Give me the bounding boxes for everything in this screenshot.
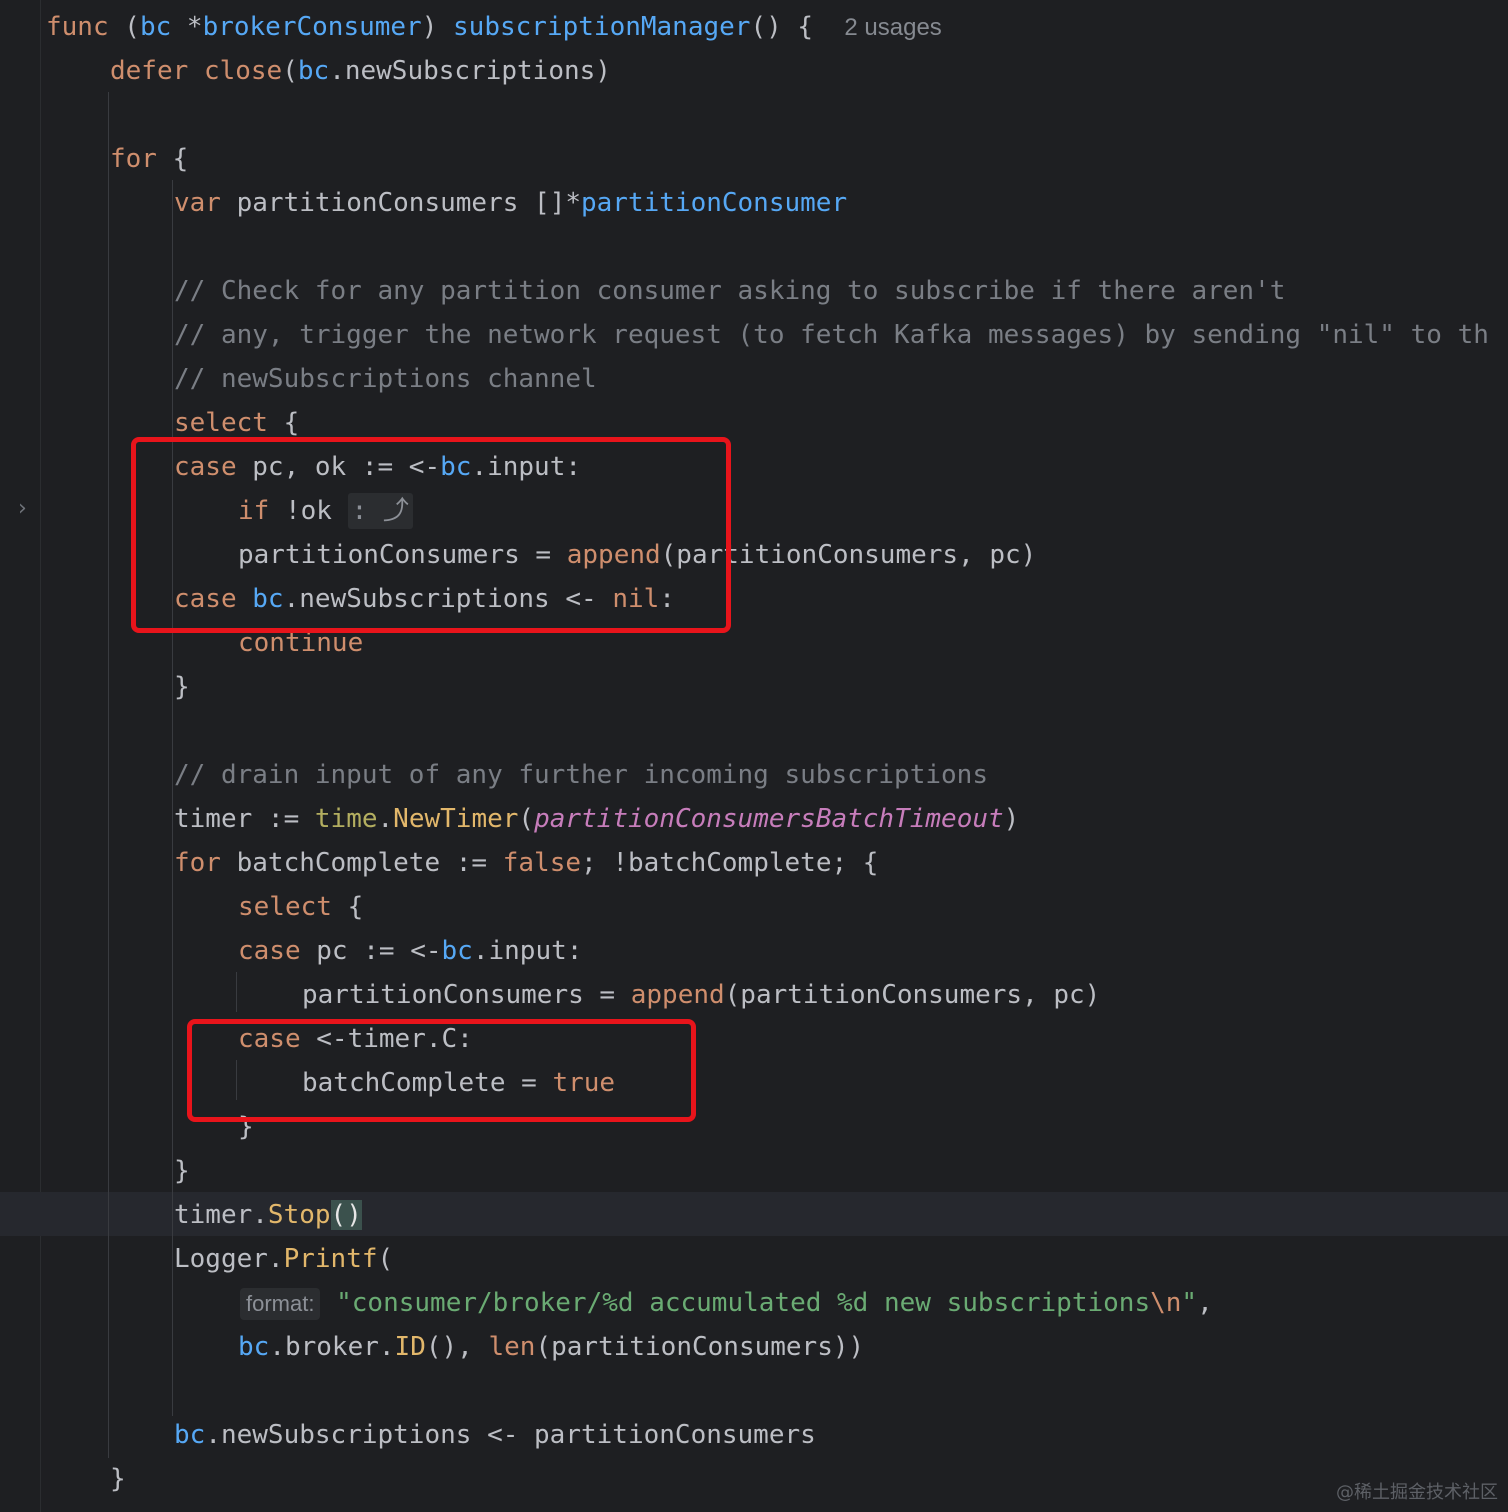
string-literal: "consumer/broker/%d accumulated %d new s… <box>336 1288 1151 1318</box>
code-text: batchComplete := <box>220 848 503 878</box>
punctuation: . <box>377 804 394 834</box>
code-text: pc := <- <box>300 936 442 966</box>
fold-chevron-icon[interactable]: › <box>18 496 27 521</box>
builtin-call: append <box>630 980 725 1010</box>
receiver-ref: bc <box>238 1332 270 1362</box>
indent-guide <box>236 972 237 1012</box>
punctuation: ) <box>421 12 438 42</box>
function-call[interactable]: Printf <box>284 1244 378 1274</box>
receiver-name: bc <box>139 12 172 42</box>
code-text: (), <box>425 1332 489 1362</box>
code-line-timer-stop[interactable]: timer.Stop() <box>174 1193 362 1237</box>
code-line-case-input[interactable]: case pc := <-bc.input: <box>238 929 582 973</box>
keyword: defer <box>110 56 189 86</box>
keyword: select <box>174 408 268 438</box>
code-line-send[interactable]: bc.newSubscriptions <- partitionConsumer… <box>174 1413 816 1457</box>
code-text: .newSubscriptions <- partitionConsumers <box>205 1420 816 1450</box>
code-line-timer[interactable]: timer := time.NewTimer(partitionConsumer… <box>174 797 1019 841</box>
punctuation: ) <box>1003 804 1020 834</box>
code-text: timer. <box>174 1200 268 1230</box>
code-line-defer[interactable]: defer close(bc.newSubscriptions) <box>110 49 611 93</box>
code-comment: // drain input of any further incoming s… <box>174 760 988 790</box>
code-line-select[interactable]: select { <box>238 885 363 929</box>
code-text: ; !batchComplete; { <box>581 848 879 878</box>
keyword: case <box>238 936 301 966</box>
usages-hint[interactable]: 2 usages <box>844 14 941 41</box>
code-line-append[interactable]: partitionConsumers = append(partitionCon… <box>302 973 1100 1017</box>
code-comment: // newSubscriptions channel <box>174 364 597 394</box>
indent-guide <box>108 92 109 1458</box>
code-line-format[interactable]: format: "consumer/broker/%d accumulated … <box>240 1281 1213 1325</box>
type-name[interactable]: partitionConsumer <box>581 188 847 218</box>
punctuation: ( <box>124 12 140 42</box>
constant-name[interactable]: partitionConsumersBatchTimeout <box>534 804 1004 834</box>
punctuation: , <box>1197 1288 1213 1318</box>
matched-parens: () <box>330 1200 362 1230</box>
function-call[interactable]: NewTimer <box>393 804 518 834</box>
code-text: partitionConsumers = <box>302 980 631 1010</box>
string-literal: " <box>1181 1288 1198 1318</box>
code-text: { <box>156 144 189 174</box>
punctuation: ( <box>282 56 298 86</box>
code-line-var[interactable]: var partitionConsumers []*partitionConsu… <box>174 181 847 225</box>
code-text: .newSubscriptions) <box>329 56 611 86</box>
code-text: .broker. <box>269 1332 395 1362</box>
code-line-logger[interactable]: Logger.Printf( <box>174 1237 393 1281</box>
signature-end: () { <box>750 12 814 42</box>
indent-guide <box>172 884 173 1152</box>
indent-guide <box>172 1280 173 1368</box>
receiver-ref: bc <box>174 1420 206 1450</box>
code-text: (partitionConsumers)) <box>535 1332 865 1362</box>
code-line-for[interactable]: for { <box>110 137 188 181</box>
highlight-box <box>187 1019 696 1122</box>
code-line-brace: } <box>110 1464 126 1494</box>
pointer-star: * <box>186 12 203 42</box>
package-name: time <box>314 804 378 834</box>
keyword: func <box>46 12 109 42</box>
receiver-type[interactable]: brokerConsumer <box>203 12 422 42</box>
punctuation: ( <box>518 804 535 834</box>
code-text: partitionConsumers []* <box>220 188 581 218</box>
function-call[interactable]: ID <box>395 1332 426 1362</box>
watermark: @稀土掘金技术社区 <box>1336 1482 1498 1503</box>
escape-sequence: \n <box>1150 1288 1182 1318</box>
code-line-func-signature[interactable]: func (bc *brokerConsumer) subscriptionMa… <box>46 5 942 49</box>
code-text: (partitionConsumers, pc) <box>724 980 1101 1010</box>
code-comment: // Check for any partition consumer aski… <box>174 276 1286 306</box>
builtin-call: close <box>203 56 283 86</box>
receiver-ref: bc <box>441 936 473 966</box>
code-text: .input: <box>472 936 583 966</box>
code-text: timer := <box>174 804 315 834</box>
indent-guide <box>172 180 173 1416</box>
code-line-args[interactable]: bc.broker.ID(), len(partitionConsumers)) <box>238 1325 864 1369</box>
editor-gutter: › <box>0 0 41 1512</box>
builtin-call: len <box>488 1332 536 1362</box>
function-call[interactable]: Stop <box>268 1200 331 1230</box>
code-line-brace: } <box>174 1156 190 1186</box>
code-text: { <box>267 408 300 438</box>
code-line-for-batch[interactable]: for batchComplete := false; !batchComple… <box>174 841 878 885</box>
code-comment: // any, trigger the network request (to … <box>174 320 1489 350</box>
code-editor[interactable]: › func (bc *brokerConsumer) subscription… <box>0 0 1508 1512</box>
receiver-ref: bc <box>297 56 330 86</box>
keyword: for <box>174 848 221 878</box>
keyword: select <box>238 892 332 922</box>
keyword: for <box>110 144 157 174</box>
function-name[interactable]: subscriptionManager <box>453 12 750 42</box>
parameter-hint: format: <box>240 1287 321 1320</box>
code-text: { <box>331 892 364 922</box>
keyword: var <box>174 188 221 218</box>
punctuation: ( <box>377 1244 394 1274</box>
keyword: false <box>502 848 582 878</box>
highlight-box <box>131 437 731 633</box>
code-line-brace: } <box>174 672 190 702</box>
code-text: Logger. <box>174 1244 284 1274</box>
